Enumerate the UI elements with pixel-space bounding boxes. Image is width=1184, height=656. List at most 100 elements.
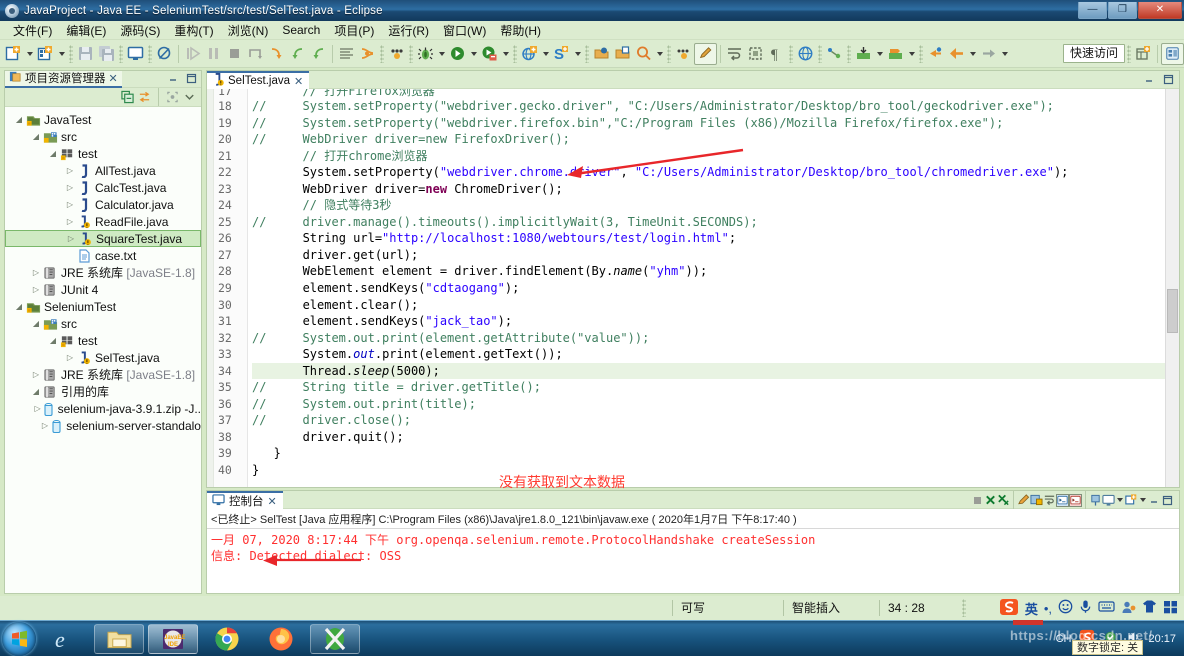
code-line[interactable]: Thread.sleep(5000);: [252, 362, 1165, 380]
tree-item-jre[interactable]: ▷ JRE 系统库 [JavaSE-1.8]: [5, 366, 201, 383]
export-dropdown-arrow[interactable]: [874, 43, 885, 65]
skip-breakpoints-icon[interactable]: [154, 43, 175, 65]
twisty-collapsed-icon[interactable]: ▷: [40, 421, 50, 430]
terminate-icon[interactable]: [224, 43, 245, 65]
open-task-icon[interactable]: [612, 43, 633, 65]
maximize-icon[interactable]: [185, 72, 198, 85]
new-web-dropdown-arrow[interactable]: [540, 43, 551, 65]
code-line[interactable]: System.setProperty("webdriver.chrome.dri…: [252, 164, 1165, 181]
menu-help[interactable]: 帮助(H): [493, 21, 548, 40]
twisty-collapsed-icon[interactable]: ▷: [64, 217, 76, 226]
menu-refactor[interactable]: 重构(T): [167, 21, 220, 40]
javaee-perspective-icon[interactable]: [1161, 42, 1184, 65]
code-line[interactable]: //WebDriver driver=new FirefoxDriver();: [252, 131, 1165, 148]
toggle-block-select-icon[interactable]: [745, 43, 766, 65]
scroll-lock-icon[interactable]: [1030, 494, 1043, 507]
twisty-expanded-icon[interactable]: ◢: [47, 149, 59, 158]
run-icon[interactable]: [447, 43, 468, 65]
code-line[interactable]: //打开chrome浏览器: [252, 148, 1165, 165]
code-line[interactable]: //System.out.print(element.getAttribute(…: [252, 330, 1165, 347]
close-icon[interactable]: ✕: [294, 75, 303, 88]
editor-vertical-scrollbar[interactable]: [1165, 89, 1179, 487]
close-icon[interactable]: ✕: [268, 495, 277, 508]
step-out-icon[interactable]: [308, 43, 329, 65]
quick-access-input[interactable]: 快速访问: [1062, 44, 1125, 63]
code-line[interactable]: element.clear();: [252, 297, 1165, 314]
tree-item-junit4[interactable]: ▷ JUnit 4: [5, 281, 201, 298]
code-line[interactable]: element.sendKeys("jack_tao");: [252, 313, 1165, 330]
open-perspective-icon[interactable]: [1133, 43, 1154, 65]
search-icon[interactable]: [633, 43, 654, 65]
soft-keyboard-icon[interactable]: [1098, 600, 1115, 616]
save-all-icon[interactable]: [96, 43, 117, 65]
code-line[interactable]: System.out.print(element.getText());: [252, 346, 1165, 363]
edit-pencil-icon[interactable]: [694, 42, 717, 65]
pin-console-icon[interactable]: [1089, 494, 1102, 507]
tree-item-selenium-server-standalo[interactable]: ▷ selenium-server-standalo: [5, 417, 201, 434]
word-wrap-icon[interactable]: [1043, 494, 1056, 507]
open-web-browser-icon[interactable]: [795, 43, 816, 65]
view-menu-chevron-icon[interactable]: [183, 91, 196, 104]
forward-icon[interactable]: [978, 43, 999, 65]
tree-item-calculator.java[interactable]: ▷ Calculator.java: [5, 196, 201, 213]
step-over-icon[interactable]: [245, 43, 266, 65]
twisty-expanded-icon[interactable]: ◢: [30, 319, 42, 328]
close-icon[interactable]: ✕: [109, 72, 118, 85]
back-dropdown-arrow[interactable]: [967, 43, 978, 65]
toggle-word-wrap-icon[interactable]: [724, 43, 745, 65]
voice-input-icon[interactable]: [1079, 599, 1092, 617]
tree-item-calctest.java[interactable]: ▷ CalcTest.java: [5, 179, 201, 196]
twisty-collapsed-icon[interactable]: ▷: [30, 370, 42, 379]
run-last-tool-icon[interactable]: [479, 43, 500, 65]
twisty-collapsed-icon[interactable]: ▷: [65, 234, 77, 243]
tree-item-alltest.java[interactable]: ▷ AllTest.java: [5, 162, 201, 179]
show-whitespace-icon[interactable]: ¶: [766, 43, 787, 65]
tree-item-readfile.java[interactable]: ▷ ReadFile.java: [5, 213, 201, 230]
taskbar-xmind[interactable]: [310, 623, 360, 654]
new-java-project-icon[interactable]: [35, 43, 56, 65]
code-line[interactable]: //System.setProperty("webdriver.gecko.dr…: [252, 98, 1165, 115]
code-line[interactable]: //String title = driver.getTitle();: [252, 379, 1165, 396]
code-line[interactable]: driver.get(url);: [252, 247, 1165, 264]
step-return-icon[interactable]: [287, 43, 308, 65]
new-server-icon[interactable]: S: [551, 43, 572, 65]
tab-console[interactable]: 控制台 ✕: [207, 491, 283, 509]
maximize-button[interactable]: ❐: [1108, 2, 1137, 19]
menu-window[interactable]: 窗口(W): [436, 21, 493, 40]
taskbar-start-orb[interactable]: [2, 621, 36, 656]
search-dropdown-arrow[interactable]: [654, 43, 665, 65]
taskbar-chrome[interactable]: [202, 624, 252, 654]
tree-item-src[interactable]: ◢ src: [5, 315, 201, 332]
scrollbar-thumb[interactable]: [1167, 289, 1178, 333]
code-line[interactable]: //隐式等待3秒: [252, 197, 1165, 214]
menu-file[interactable]: 文件(F): [6, 21, 59, 40]
tree-item-src[interactable]: ◢ src: [5, 128, 201, 145]
code-line[interactable]: String url="http://localhost:1080/webtou…: [252, 230, 1165, 247]
show-console-on-error-icon[interactable]: [1069, 493, 1082, 507]
link-icon[interactable]: [824, 43, 845, 65]
tree-item-test[interactable]: ◢ test: [5, 145, 201, 162]
tree-item-seleniumtest[interactable]: ◢ SeleniumTest: [5, 298, 201, 315]
terminate-icon[interactable]: [971, 494, 984, 507]
import-dropdown-arrow[interactable]: [906, 43, 917, 65]
open-type-icon[interactable]: [591, 43, 612, 65]
coverage-icon[interactable]: [386, 43, 407, 65]
tab-seltest-java[interactable]: SelTest.java ✕: [207, 71, 310, 89]
user-icon[interactable]: [1121, 600, 1136, 617]
debug-icon[interactable]: [415, 43, 436, 65]
new-server-dropdown-arrow[interactable]: [572, 43, 583, 65]
annotation-ruler[interactable]: [207, 89, 214, 487]
code-line[interactable]: WebElement element = driver.findElement(…: [252, 263, 1165, 280]
code-line[interactable]: //System.setProperty("webdriver.firefox.…: [252, 115, 1165, 132]
twisty-expanded-icon[interactable]: ◢: [47, 336, 59, 345]
tree-item-squaretest.java[interactable]: ▷ SquareTest.java: [5, 230, 201, 247]
twisty-expanded-icon[interactable]: ◢: [30, 132, 42, 141]
tree-item-javatest[interactable]: ◢ JavaTest: [5, 111, 201, 128]
toggle-mark-occurrences-icon[interactable]: [357, 43, 378, 65]
suspend-icon[interactable]: [203, 43, 224, 65]
export-icon[interactable]: [853, 43, 874, 65]
ime-mode-icon[interactable]: 英: [1025, 599, 1038, 618]
twisty-expanded-icon[interactable]: ◢: [13, 115, 25, 124]
code-line[interactable]: //driver.manage().timeouts().implicitlyW…: [252, 214, 1165, 231]
resume-icon[interactable]: [182, 43, 203, 65]
